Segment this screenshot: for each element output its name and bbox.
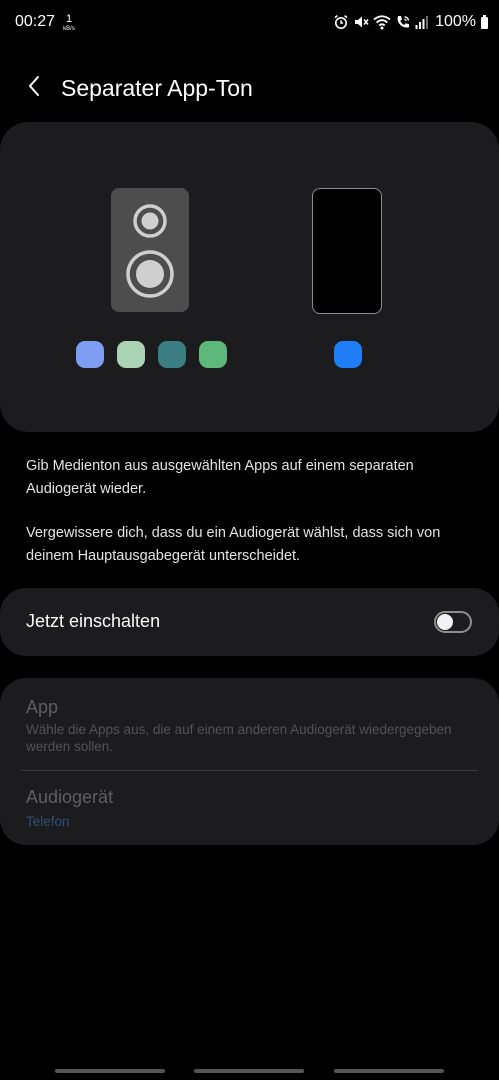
network-speed: 1 kB/s [62,13,76,33]
switch-knob [437,614,453,630]
audio-device-title: Audiogerät [26,787,114,807]
status-time: 00:27 [15,13,56,30]
status-icons: 100% [333,12,489,32]
app-dot [158,341,186,368]
nav-recents-handle[interactable] [55,1069,165,1073]
app-selection-title: App [26,697,59,717]
speaker-icon [126,204,174,298]
app-dot [199,341,227,368]
speaker-illustration [111,188,189,312]
navigation-bar [0,1062,499,1080]
app-header: Separater App-Ton [0,64,499,112]
wifi-calling-icon [395,14,411,30]
app-selection-row[interactable]: App Wähle die Apps aus, die auf einem an… [0,678,499,770]
audio-device-row[interactable]: Audiogerät Telefon [0,771,499,845]
network-speed-unit: kB/s [63,26,75,32]
audio-device-value: Telefon [26,814,70,829]
nav-back-handle[interactable] [334,1069,444,1073]
chevron-left-icon [27,75,41,102]
back-button[interactable] [18,74,50,102]
alarm-icon [333,14,349,30]
phone-illustration [312,188,382,314]
signal-icon [415,14,429,30]
mute-icon [353,14,369,30]
enable-toggle-row[interactable]: Jetzt einschalten [0,588,499,656]
app-dot [117,341,145,368]
description-paragraph: Gib Medienton aus ausgewählten Apps auf … [26,458,414,497]
app-dot [76,341,104,368]
illustration-card [0,122,499,432]
page-title: Separater App-Ton [61,75,253,101]
enable-toggle-label: Jetzt einschalten [26,611,161,631]
network-speed-value: 1 [65,13,73,25]
status-bar: 00:27 1 kB/s 100% [0,0,499,44]
device-dot [334,341,362,368]
battery-icon [480,14,489,30]
nav-home-handle[interactable] [194,1069,304,1073]
app-selection-subtitle: Wähle die Apps aus, die auf einem andere… [26,722,452,754]
battery-level: 100% [435,13,476,30]
settings-card: App Wähle die Apps aus, die auf einem an… [0,678,499,845]
description-paragraph: Vergewissere dich, dass du ein Audiogerä… [26,525,441,564]
enable-switch[interactable] [434,611,472,633]
wifi-icon [373,14,391,30]
